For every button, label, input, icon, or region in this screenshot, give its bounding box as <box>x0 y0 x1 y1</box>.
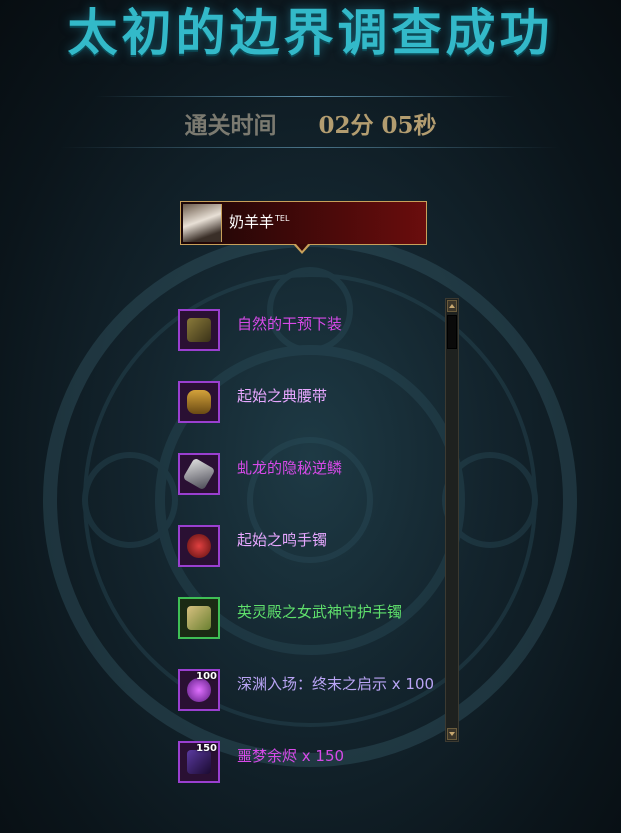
dragon-scale-icon <box>178 453 220 495</box>
reward-item[interactable]: 自然的干预下装 <box>178 306 440 356</box>
bracelet-icon <box>178 525 220 567</box>
player-tab[interactable]: 奶羊羊TEL <box>180 201 427 245</box>
reward-item[interactable]: 英灵殿之女武神守护手镯 <box>178 594 440 644</box>
reward-name: 虬龙的隐秘逆鳞 <box>237 459 343 477</box>
reward-name: 起始之鸣手镯 <box>237 531 328 549</box>
valkyrie-bracelet-icon <box>178 597 220 639</box>
reward-item[interactable]: 虬龙的隐秘逆鳞 <box>178 450 440 500</box>
reward-name: 自然的干预下装 <box>237 315 343 333</box>
reward-list: 自然的干预下装 起始之典腰带 虬龙的隐秘逆鳞 起始之鸣手镯 英灵殿之女武神守护手… <box>0 300 440 800</box>
leg-armor-icon <box>178 309 220 351</box>
clear-time-value: 02分 05秒 <box>318 112 437 139</box>
page-title: 太初的边界调查成功 <box>67 3 554 62</box>
item-count: 150 <box>196 743 217 754</box>
reward-name: 英灵殿之女武神守护手镯 <box>237 603 403 621</box>
divider-top <box>95 96 515 97</box>
reward-name: 深渊入场：终末之启示 x 100 <box>237 675 435 693</box>
scroll-up-icon[interactable] <box>447 300 457 312</box>
reward-item[interactable]: 起始之鸣手镯 <box>178 522 440 572</box>
player-tag: TEL <box>275 214 290 223</box>
reward-name: 起始之典腰带 <box>237 387 328 405</box>
reward-item[interactable]: 100 深渊入场：终末之启示 x 100 <box>178 666 440 716</box>
reward-item[interactable]: 150 噩梦余烬 x 150 <box>178 738 440 788</box>
clear-time-label: 通关时间 <box>184 112 277 139</box>
abyss-orb-icon: 100 <box>178 669 220 711</box>
player-avatar <box>183 204 222 242</box>
reward-name: 噩梦余烬 x 150 <box>237 747 345 765</box>
item-count: 100 <box>196 671 217 682</box>
clear-time-row: 通关时间 02分 05秒 <box>0 104 621 148</box>
reward-scrollbar[interactable] <box>445 298 459 742</box>
reward-item[interactable]: 起始之典腰带 <box>178 378 440 428</box>
belt-icon <box>178 381 220 423</box>
nightmare-ember-icon: 150 <box>178 741 220 783</box>
scroll-thumb[interactable] <box>447 315 457 349</box>
divider-bottom <box>60 147 560 148</box>
scroll-down-icon[interactable] <box>447 728 457 740</box>
player-name: 奶羊羊TEL <box>229 213 290 231</box>
